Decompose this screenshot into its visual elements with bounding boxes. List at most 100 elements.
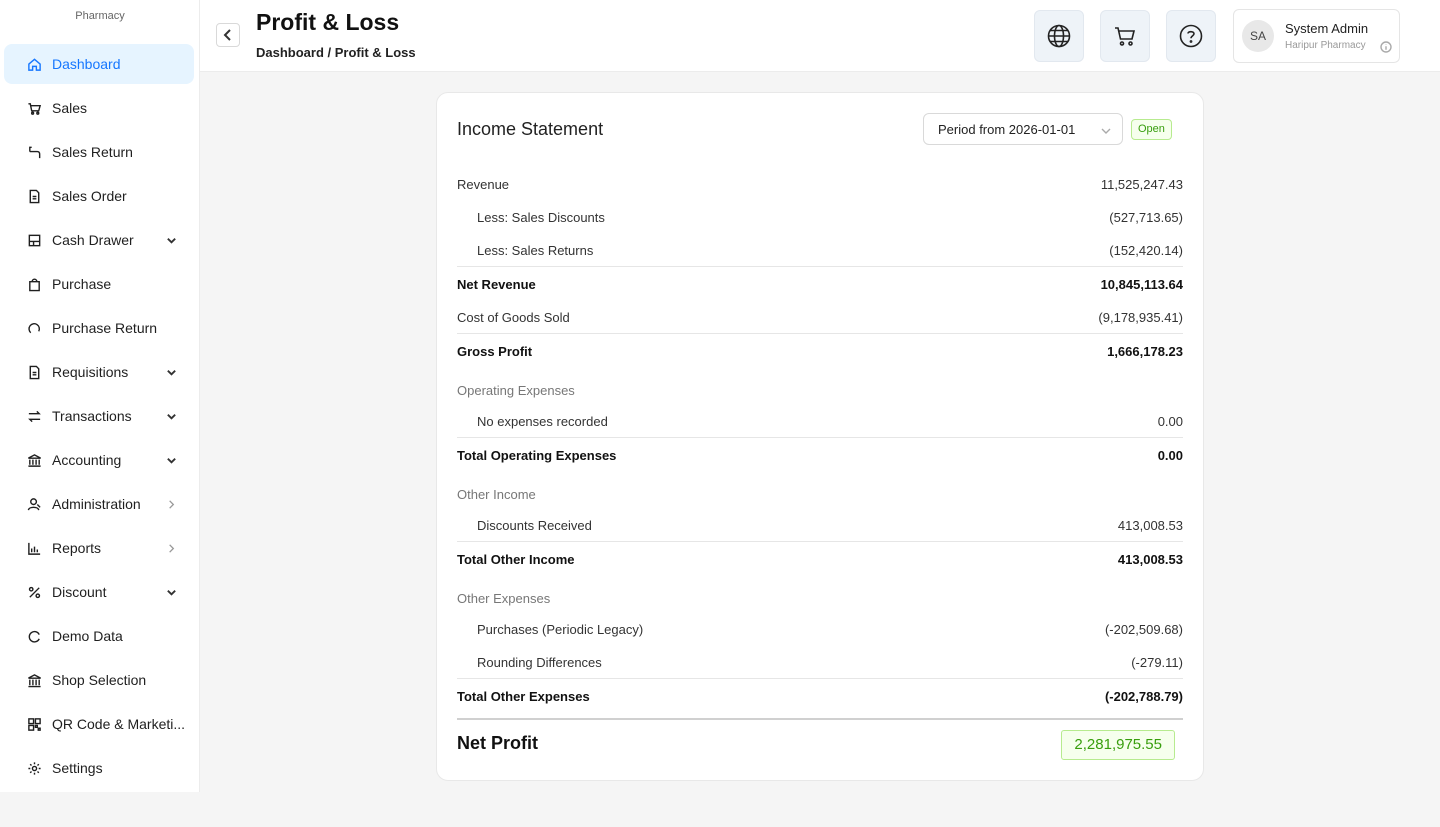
chevron-down-icon xyxy=(164,455,178,466)
sidebar-item-settings[interactable]: Settings xyxy=(4,748,194,788)
sidebar-item-discount[interactable]: Discount xyxy=(4,572,194,612)
row-value: 413,008.53 xyxy=(1117,552,1183,567)
help-icon xyxy=(1179,24,1203,48)
reload-icon xyxy=(26,628,42,644)
statement-row-cost-of-goods-sold: Cost of Goods Sold (9,178,935.41) xyxy=(457,308,1183,328)
period-select[interactable]: Period from 2026-01-01 xyxy=(923,113,1123,145)
shop-icon xyxy=(26,672,42,688)
row-value: 11,525,247.43 xyxy=(1100,177,1183,192)
sidebar-item-requisitions[interactable]: Requisitions xyxy=(4,352,194,392)
sidebar-item-transactions[interactable]: Transactions xyxy=(4,396,194,436)
income-statement-card: Income Statement Period from 2026-01-01 … xyxy=(436,92,1204,781)
sidebar-item-sales[interactable]: Sales xyxy=(4,88,194,128)
bag-icon xyxy=(26,276,42,292)
sidebar-item-dashboard[interactable]: Dashboard xyxy=(4,44,194,84)
sidebar-item-label: Purchase xyxy=(52,276,112,292)
row-label: Rounding Differences xyxy=(477,655,602,670)
user-admin-icon xyxy=(26,496,42,512)
row-label: Discounts Received xyxy=(477,518,592,533)
qr-code-icon xyxy=(26,716,42,732)
chevron-down-icon xyxy=(164,587,178,598)
chevron-right-icon xyxy=(164,543,178,554)
row-divider xyxy=(457,266,1183,267)
row-label: Gross Profit xyxy=(457,344,533,359)
help-button[interactable] xyxy=(1166,10,1216,62)
row-label: Cost of Goods Sold xyxy=(457,310,570,325)
sidebar-item-demo-data[interactable]: Demo Data xyxy=(4,616,194,656)
sidebar-item-label: Requisitions xyxy=(52,364,129,380)
row-value: (-202,509.68) xyxy=(1104,622,1183,637)
sidebar-item-accounting[interactable]: Accounting xyxy=(4,440,194,480)
row-label: Revenue xyxy=(457,177,510,192)
sidebar-item-label: Reports xyxy=(52,540,102,556)
row-value: (527,713.65) xyxy=(1109,210,1183,225)
statement-row-gross-profit: Gross Profit 1,666,178.23 xyxy=(457,342,1183,362)
sidebar-item-qr-code-marketi[interactable]: QR Code & Marketi... xyxy=(4,704,194,744)
user-shop: Haripur Pharmacy xyxy=(1285,40,1366,51)
section-heading-operating-expenses: Operating Expenses xyxy=(457,381,1183,401)
swap-icon xyxy=(26,408,42,424)
statement-row-total-other-income: Total Other Income 413,008.53 xyxy=(457,550,1183,570)
sidebar-item-label: Sales xyxy=(52,100,88,116)
statement-row-rounding-differences: Rounding Differences (-279.11) xyxy=(457,653,1183,673)
row-label: Total Other Income xyxy=(457,552,575,567)
sidebar-item-label: Cash Drawer xyxy=(52,232,134,248)
sidebar-item-shop-selection[interactable]: Shop Selection xyxy=(4,660,194,700)
return-icon xyxy=(26,144,42,160)
row-value: 413,008.53 xyxy=(1117,518,1183,533)
section-heading-other-expenses: Other Expenses xyxy=(457,589,1183,609)
statement-row-discounts-received: Discounts Received 413,008.53 xyxy=(457,516,1183,536)
row-value: (-279.11) xyxy=(1131,655,1183,670)
row-label: No expenses recorded xyxy=(477,414,608,429)
sidebar-item-sales-order[interactable]: Sales Order xyxy=(4,176,194,216)
bar-chart-icon xyxy=(26,540,42,556)
chevron-down-icon xyxy=(164,367,178,378)
sidebar-item-label: Settings xyxy=(52,760,103,776)
sidebar-item-purchase-return[interactable]: Purchase Return xyxy=(4,308,194,348)
language-button[interactable] xyxy=(1034,10,1084,62)
statement-row-less-sales-discounts: Less: Sales Discounts (527,713.65) xyxy=(457,208,1183,228)
row-label: Other Income xyxy=(457,487,536,502)
net-divider xyxy=(457,718,1183,720)
row-label: Net Revenue xyxy=(457,277,536,292)
percent-icon xyxy=(26,584,42,600)
sidebar-item-administration[interactable]: Administration xyxy=(4,484,194,524)
row-divider xyxy=(457,678,1183,679)
statement-row-no-expenses-recorded: No expenses recorded 0.00 xyxy=(457,412,1183,432)
row-label: Less: Sales Returns xyxy=(477,243,594,258)
sidebar-item-reports[interactable]: Reports xyxy=(4,528,194,568)
sidebar-item-label: Accounting xyxy=(52,452,122,468)
row-label: Total Other Expenses xyxy=(457,689,590,704)
home-icon xyxy=(26,56,42,72)
sidebar-item-sales-return[interactable]: Sales Return xyxy=(4,132,194,172)
period-select-value: Period from 2026-01-01 xyxy=(938,122,1076,137)
sidebar-item-purchase[interactable]: Purchase xyxy=(4,264,194,304)
row-value: 0.00 xyxy=(1157,448,1183,463)
top-header: Profit & Loss Dashboard / Profit & Loss … xyxy=(200,0,1440,72)
statement-row-total-operating-expenses: Total Operating Expenses 0.00 xyxy=(457,446,1183,466)
cart-button[interactable] xyxy=(1100,10,1150,62)
net-profit-label: Net Profit xyxy=(457,733,538,753)
row-value: 0.00 xyxy=(1157,414,1183,429)
row-value: (9,178,935.41) xyxy=(1098,310,1183,325)
sidebar-item-label: Purchase Return xyxy=(52,320,158,336)
row-label: Total Operating Expenses xyxy=(457,448,617,463)
statement-row-less-sales-returns: Less: Sales Returns (152,420.14) xyxy=(457,241,1183,261)
net-profit-value: 2,281,975.55 xyxy=(1061,730,1175,760)
back-button[interactable] xyxy=(216,23,240,47)
sidebar-item-cash-drawer[interactable]: Cash Drawer xyxy=(4,220,194,260)
chevron-right-icon xyxy=(164,499,178,510)
chevron-down-icon xyxy=(1100,124,1112,136)
globe-icon xyxy=(1047,24,1071,48)
status-badge: Open xyxy=(1131,119,1172,140)
sidebar-item-label: Transactions xyxy=(52,408,132,424)
cart-icon xyxy=(1115,27,1136,46)
sidebar-item-label: Demo Data xyxy=(52,628,123,644)
user-menu[interactable]: SA System Admin Haripur Pharmacy xyxy=(1233,9,1400,63)
breadcrumb: Dashboard / Profit & Loss xyxy=(256,45,416,60)
row-label: Operating Expenses xyxy=(457,383,575,398)
row-label: Other Expenses xyxy=(457,591,551,606)
sidebar-item-label: Administration xyxy=(52,496,141,512)
chevron-down-icon xyxy=(164,235,178,246)
statement-row-purchases-periodic-legacy: Purchases (Periodic Legacy) (-202,509.68) xyxy=(457,620,1183,640)
